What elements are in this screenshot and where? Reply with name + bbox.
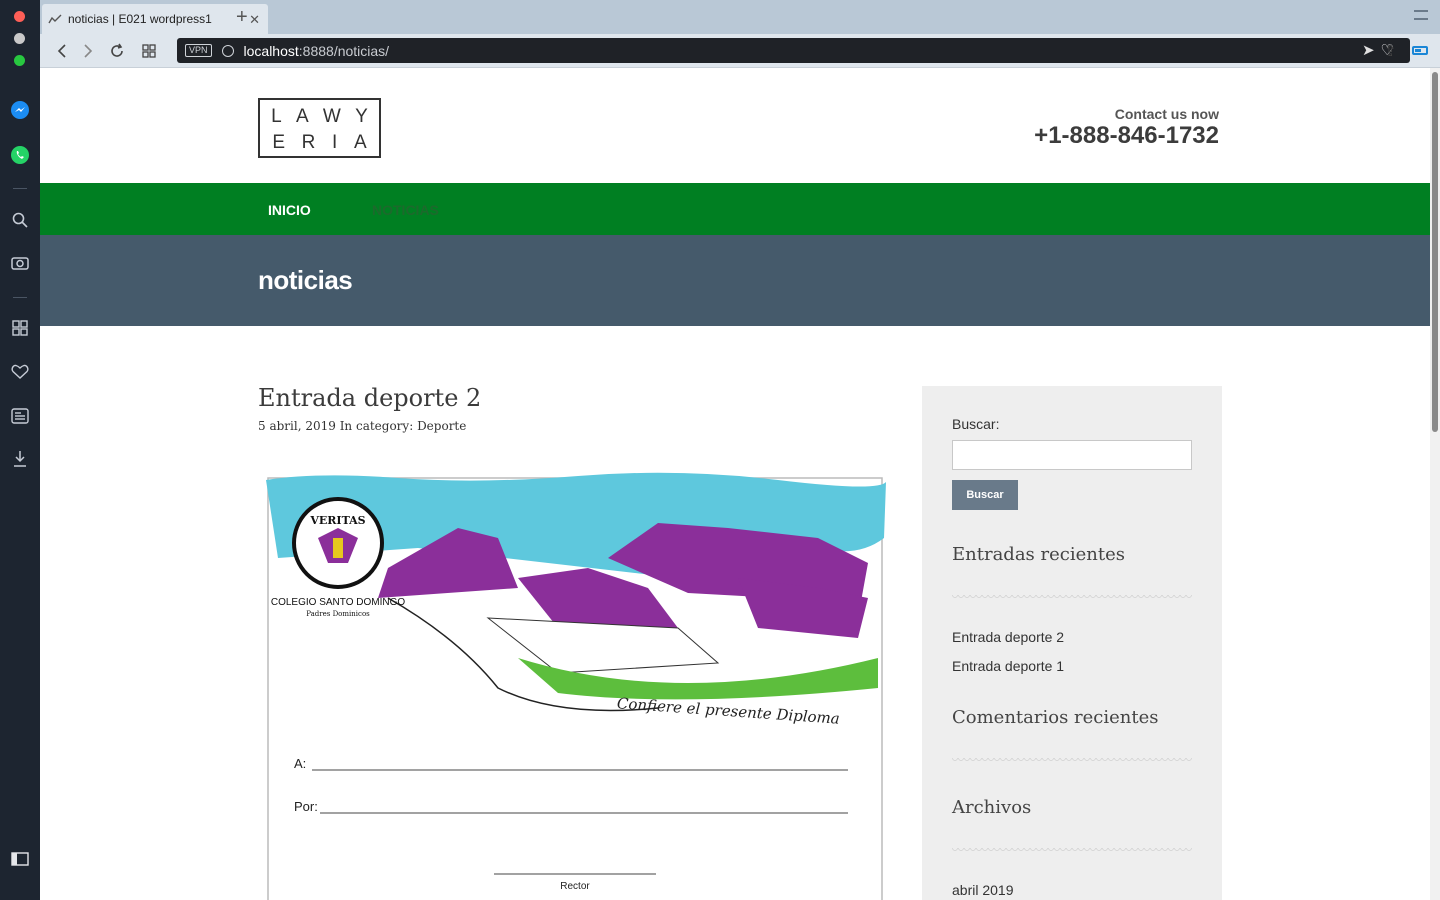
tab-bar: noticias | E021 wordpress1 ✕ + bbox=[40, 0, 1440, 34]
signature-label: Rector bbox=[560, 881, 590, 892]
recent-posts-heading: Entradas recientes bbox=[952, 544, 1125, 565]
logo-letter: Y bbox=[355, 106, 368, 127]
download-icon[interactable] bbox=[9, 448, 31, 470]
heading-divider bbox=[952, 848, 1192, 854]
post-meta: 5 abril, 2019 In category: Deporte bbox=[258, 419, 466, 433]
main-nav: INICIO NOTICIAS bbox=[40, 183, 1430, 235]
recent-comments-heading: Comentarios recientes bbox=[952, 707, 1159, 728]
post-category-link[interactable]: Deporte bbox=[417, 419, 466, 433]
search-button[interactable]: Buscar bbox=[952, 480, 1018, 510]
minimize-window-button[interactable] bbox=[14, 33, 25, 44]
messenger-icon[interactable] bbox=[9, 99, 31, 121]
url-path: :8888/noticias/ bbox=[298, 42, 390, 59]
logo-row-1: L A W Y bbox=[260, 106, 379, 128]
widget-sidebar: Buscar: Buscar Entradas recientes Entrad… bbox=[922, 386, 1222, 900]
archives-heading: Archivos bbox=[952, 797, 1032, 818]
contact-label: Contact us now bbox=[1114, 106, 1219, 122]
recent-post-link[interactable]: Entrada deporte 1 bbox=[952, 658, 1064, 674]
nav-item-noticias[interactable]: NOTICIAS bbox=[372, 202, 439, 218]
tab-title: noticias | E021 wordpress1 bbox=[68, 12, 212, 26]
page-title: noticias bbox=[258, 265, 353, 295]
diploma-image: VERITAS COLEGIO SANTO DOMINGO Padres Dom… bbox=[266, 472, 886, 900]
browser-tab[interactable]: noticias | E021 wordpress1 ✕ bbox=[42, 4, 268, 34]
post-date: 5 abril, 2019 bbox=[258, 419, 336, 433]
school-subtitle: Padres Dominicos bbox=[306, 610, 370, 618]
whatsapp-icon[interactable] bbox=[9, 144, 31, 166]
new-tab-button[interactable]: + bbox=[236, 6, 248, 29]
post-category-prefix: In category: bbox=[335, 419, 418, 433]
favicon-icon bbox=[48, 14, 62, 24]
battery-saver-icon[interactable] bbox=[1412, 46, 1428, 55]
url-host: localhost bbox=[243, 42, 299, 59]
search-icon[interactable] bbox=[9, 209, 31, 231]
globe-icon bbox=[221, 44, 234, 57]
share-icon[interactable]: ⇪ bbox=[1384, 42, 1397, 60]
logo-letter: R bbox=[301, 132, 316, 153]
tab-menu-icon[interactable] bbox=[1414, 10, 1428, 20]
search-input[interactable] bbox=[952, 440, 1192, 470]
web-page: L A W Y E R I A Contact us now +1-888-84… bbox=[40, 68, 1430, 900]
logo-letter: A bbox=[295, 106, 309, 127]
logo-letter: I bbox=[332, 132, 338, 153]
news-icon[interactable] bbox=[9, 405, 31, 427]
sidebar-divider bbox=[13, 297, 27, 298]
sidebar-toggle-icon[interactable] bbox=[9, 848, 31, 870]
logo-letter: E bbox=[272, 132, 285, 153]
back-button[interactable] bbox=[52, 41, 72, 61]
tabs-overview-button[interactable] bbox=[139, 41, 159, 61]
seal-shield bbox=[333, 538, 343, 558]
nav-item-inicio[interactable]: INICIO bbox=[268, 202, 311, 218]
sidebar-divider bbox=[13, 188, 27, 189]
school-name: COLEGIO SANTO DOMINGO bbox=[271, 597, 405, 608]
browser-sidebar bbox=[0, 0, 40, 900]
page-title-band: noticias bbox=[40, 235, 1430, 326]
scrollbar-thumb[interactable] bbox=[1432, 72, 1438, 432]
speed-dial-icon[interactable] bbox=[9, 317, 31, 339]
logo-letter: L bbox=[271, 106, 282, 127]
field-a-label: A: bbox=[294, 756, 306, 771]
heart-icon[interactable] bbox=[9, 361, 31, 383]
address-toolbar: VPN localhost:8888/noticias/ ➤♡ ⇪ bbox=[40, 34, 1440, 68]
close-window-button[interactable] bbox=[14, 11, 25, 22]
contact-block: Contact us now +1-888-846-1732 bbox=[1034, 106, 1219, 150]
vpn-badge[interactable]: VPN bbox=[185, 44, 212, 57]
archive-link[interactable]: abril 2019 bbox=[952, 882, 1014, 898]
heading-divider bbox=[952, 758, 1192, 764]
heading-divider bbox=[952, 595, 1192, 601]
url-text[interactable]: localhost:8888/noticias/ bbox=[244, 43, 390, 59]
zoom-window-button[interactable] bbox=[14, 55, 25, 66]
field-por-label: Por: bbox=[294, 799, 318, 814]
page-scrollbar[interactable] bbox=[1430, 68, 1440, 900]
logo-letter: A bbox=[353, 132, 367, 153]
post-title[interactable]: Entrada deporte 2 bbox=[258, 384, 481, 412]
forward-button[interactable] bbox=[78, 41, 98, 61]
search-label: Buscar: bbox=[952, 416, 1000, 432]
logo-letter: W bbox=[322, 106, 341, 127]
seal-motto: VERITAS bbox=[309, 514, 365, 527]
site-logo[interactable]: L A W Y E R I A bbox=[258, 98, 381, 158]
reload-button[interactable] bbox=[107, 41, 127, 61]
recent-post-link[interactable]: Entrada deporte 2 bbox=[952, 629, 1064, 645]
address-bar[interactable]: VPN localhost:8888/noticias/ ➤♡ bbox=[177, 38, 1410, 63]
phone-number[interactable]: +1-888-846-1732 bbox=[1034, 122, 1219, 150]
close-tab-icon[interactable]: ✕ bbox=[249, 12, 260, 28]
camera-icon[interactable] bbox=[9, 252, 31, 274]
logo-row-2: E R I A bbox=[260, 132, 379, 154]
